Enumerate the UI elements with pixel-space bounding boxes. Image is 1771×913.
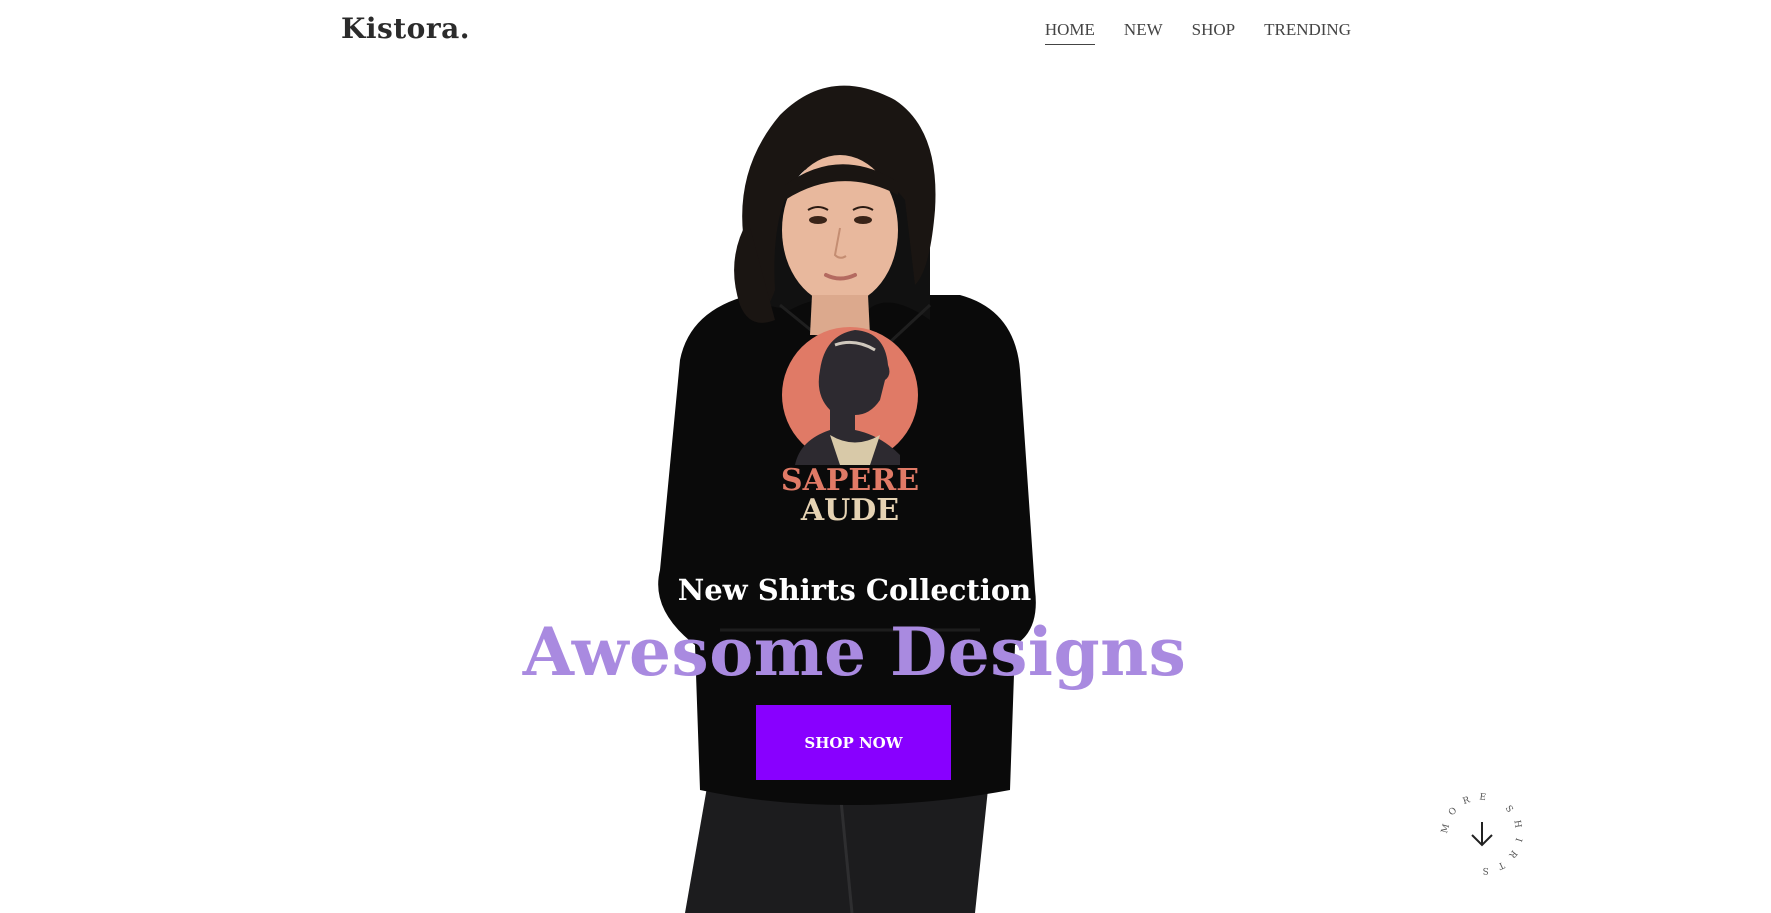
nav-item-shop[interactable]: SHOP xyxy=(1192,20,1235,45)
nav-item-trending[interactable]: TRENDING xyxy=(1264,20,1351,45)
hero-model-image: SAPERE AUDE xyxy=(658,85,1036,913)
hero-subtitle: New Shirts Collection xyxy=(677,573,1032,607)
more-shirts-scroll-indicator[interactable]: MORE SHIRTS xyxy=(1438,790,1526,878)
nav-item-home[interactable]: HOME xyxy=(1044,20,1095,45)
page: Kistora. HOME NEW SHOP TRENDING SAPERE A… xyxy=(0,0,1771,913)
nav-item-new[interactable]: NEW xyxy=(1124,20,1163,45)
site-logo[interactable]: Kistora. xyxy=(341,12,470,45)
hero-title: Awesome Designs xyxy=(522,613,1187,691)
main-nav: HOME NEW SHOP TRENDING xyxy=(1044,20,1351,45)
arrow-down-icon xyxy=(1471,822,1493,847)
shop-now-button[interactable]: SHOP NOW xyxy=(756,705,951,780)
print-text-line2: AUDE xyxy=(800,493,899,528)
